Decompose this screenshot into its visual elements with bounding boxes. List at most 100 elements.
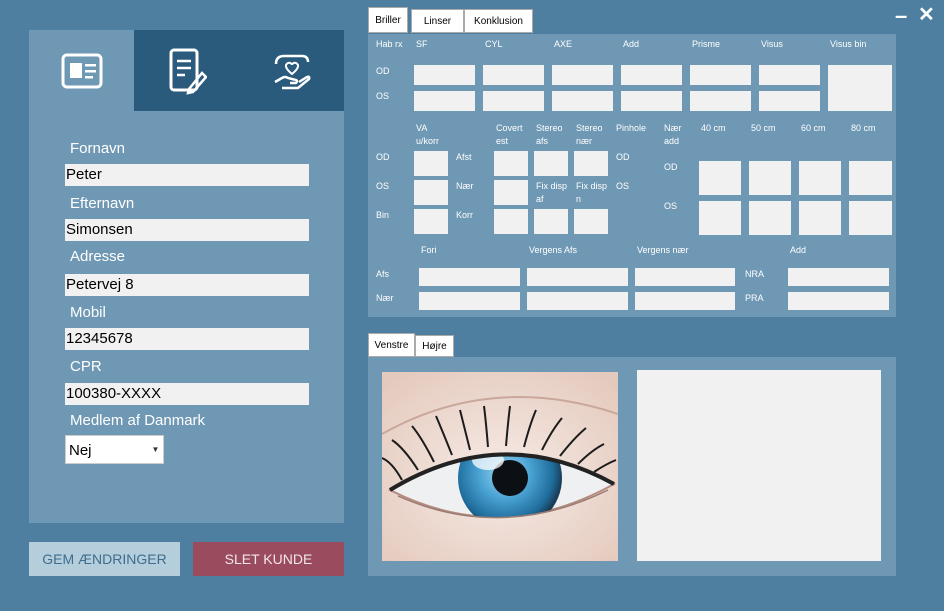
covert-korr-label: Korr: [456, 210, 474, 220]
cpr-field[interactable]: 100380-XXXX: [65, 383, 309, 405]
covert-korr-input[interactable]: [494, 209, 528, 234]
rx-add-os[interactable]: [621, 91, 682, 111]
dist-60: 60 cm: [801, 123, 826, 133]
efternavn-field[interactable]: Simonsen: [65, 219, 309, 241]
pinhole-os-label: OS: [616, 181, 630, 191]
eye-image: [382, 372, 618, 561]
naer-80-od[interactable]: [849, 161, 892, 195]
va-os-input[interactable]: [414, 180, 448, 205]
rx-visus-bin[interactable]: [828, 65, 892, 111]
mobil-field[interactable]: 12345678: [65, 328, 309, 350]
save-button[interactable]: GEM ÆNDRINGER: [29, 542, 180, 576]
pra-input[interactable]: [788, 292, 889, 310]
rx-prisme-os[interactable]: [690, 91, 751, 111]
va-bin-input[interactable]: [414, 209, 448, 234]
nav-tab-customer[interactable]: [29, 30, 134, 111]
naer-60-os[interactable]: [799, 201, 841, 235]
rx-visus-os[interactable]: [759, 91, 820, 111]
stereo-naer-input[interactable]: [574, 151, 608, 176]
va-header: VA u/korr: [416, 123, 440, 146]
rx-header-axe: AXE: [554, 39, 573, 49]
chevron-down-icon: ▼: [151, 445, 160, 454]
nav-tab-document[interactable]: [134, 30, 239, 111]
covert-afst-input[interactable]: [494, 151, 528, 176]
covert-naer-input[interactable]: [494, 180, 528, 205]
fori-afs-input[interactable]: [419, 268, 520, 286]
tab-linser[interactable]: Linser: [411, 9, 464, 33]
document-edit-icon: [169, 48, 207, 95]
stereo-naer-header: Stereo nær: [576, 123, 603, 146]
medlem-select-value: Nej: [69, 442, 92, 459]
dist-80: 80 cm: [851, 123, 876, 133]
minimize-button[interactable]: –: [895, 5, 911, 27]
fix-disp-n-label: Fix disp n: [576, 181, 608, 204]
fornavn-label: Fornavn: [70, 140, 126, 157]
va-row-os: OS: [376, 181, 390, 191]
fori-add-header: Add: [790, 245, 807, 255]
naer-50-os[interactable]: [749, 201, 791, 235]
vergens-afs-naer-input[interactable]: [527, 292, 628, 310]
rx-sf-od[interactable]: [414, 65, 475, 85]
fori-row-afs: Afs: [376, 269, 390, 279]
rx-axe-os[interactable]: [552, 91, 613, 111]
rx-visus-od[interactable]: [759, 65, 820, 85]
dist-50: 50 cm: [751, 123, 776, 133]
efternavn-label: Efternavn: [70, 195, 135, 212]
naer-40-od[interactable]: [699, 161, 741, 195]
nra-input[interactable]: [788, 268, 889, 286]
rx-add-od[interactable]: [621, 65, 682, 85]
close-button[interactable]: ✕: [918, 4, 938, 26]
pinhole-header: Pinhole: [616, 123, 647, 133]
rx-cyl-od[interactable]: [483, 65, 544, 85]
vergens-afs-afs-input[interactable]: [527, 268, 628, 286]
adresse-label: Adresse: [70, 248, 126, 265]
fori-header: Fori: [421, 245, 437, 255]
fori-naer-input[interactable]: [419, 292, 520, 310]
naer-60-od[interactable]: [799, 161, 841, 195]
vergens-naer-header: Vergens nær: [637, 245, 689, 255]
nav-tab-care[interactable]: [239, 30, 344, 111]
naer-40-os[interactable]: [699, 201, 741, 235]
tab-konklusion[interactable]: Konklusion: [464, 9, 533, 33]
customer-panel: Fornavn Peter Efternavn Simonsen Adresse…: [29, 30, 344, 523]
naer-80-os[interactable]: [849, 201, 892, 235]
fix-disp-af-input[interactable]: [534, 209, 568, 234]
rx-header-add: Add: [623, 39, 640, 49]
rx-header-cyl: CYL: [485, 39, 503, 49]
cpr-label: CPR: [70, 358, 102, 375]
fori-row-naer: Nær: [376, 293, 394, 303]
rx-cyl-os[interactable]: [483, 91, 544, 111]
eye-image-panel: [368, 357, 896, 576]
rx-header-visus: Visus: [761, 39, 783, 49]
fix-disp-n-input[interactable]: [574, 209, 608, 234]
rx-axe-od[interactable]: [552, 65, 613, 85]
rx-prisme-od[interactable]: [690, 65, 751, 85]
vergens-naer-afs-input[interactable]: [635, 268, 735, 286]
pra-label: PRA: [745, 293, 764, 303]
rx-header-habrx: Hab rx: [376, 39, 403, 49]
dist-40: 40 cm: [701, 123, 726, 133]
stereo-afs-header: Stereo afs: [536, 123, 563, 146]
vergens-naer-naer-input[interactable]: [635, 292, 735, 310]
tab-venstre[interactable]: Venstre: [368, 333, 415, 357]
rx-row-os: OS: [376, 91, 390, 101]
rx-row-od: OD: [376, 66, 390, 76]
eye-notes-area[interactable]: [637, 370, 881, 561]
fornavn-field[interactable]: Peter: [65, 164, 309, 186]
rx-sf-os[interactable]: [414, 91, 475, 111]
stereo-afs-input[interactable]: [534, 151, 568, 176]
naer-50-od[interactable]: [749, 161, 791, 195]
naer-od-label: OD: [664, 162, 678, 172]
va-od-input[interactable]: [414, 151, 448, 176]
fix-disp-af-label: Fix disp af: [536, 181, 568, 204]
tab-briller[interactable]: Briller: [368, 7, 408, 33]
adresse-field[interactable]: Petervej 8: [65, 274, 309, 296]
delete-button[interactable]: SLET KUNDE: [193, 542, 344, 576]
rx-header-prisme: Prisme: [692, 39, 721, 49]
mobil-label: Mobil: [70, 304, 106, 321]
medlem-select[interactable]: Nej ▼: [65, 435, 164, 464]
eye-photo: [382, 372, 618, 561]
tab-hoejre[interactable]: Højre: [415, 335, 454, 357]
naer-add-header: Nær add: [664, 123, 682, 146]
covert-naer-label: Nær: [456, 181, 474, 191]
